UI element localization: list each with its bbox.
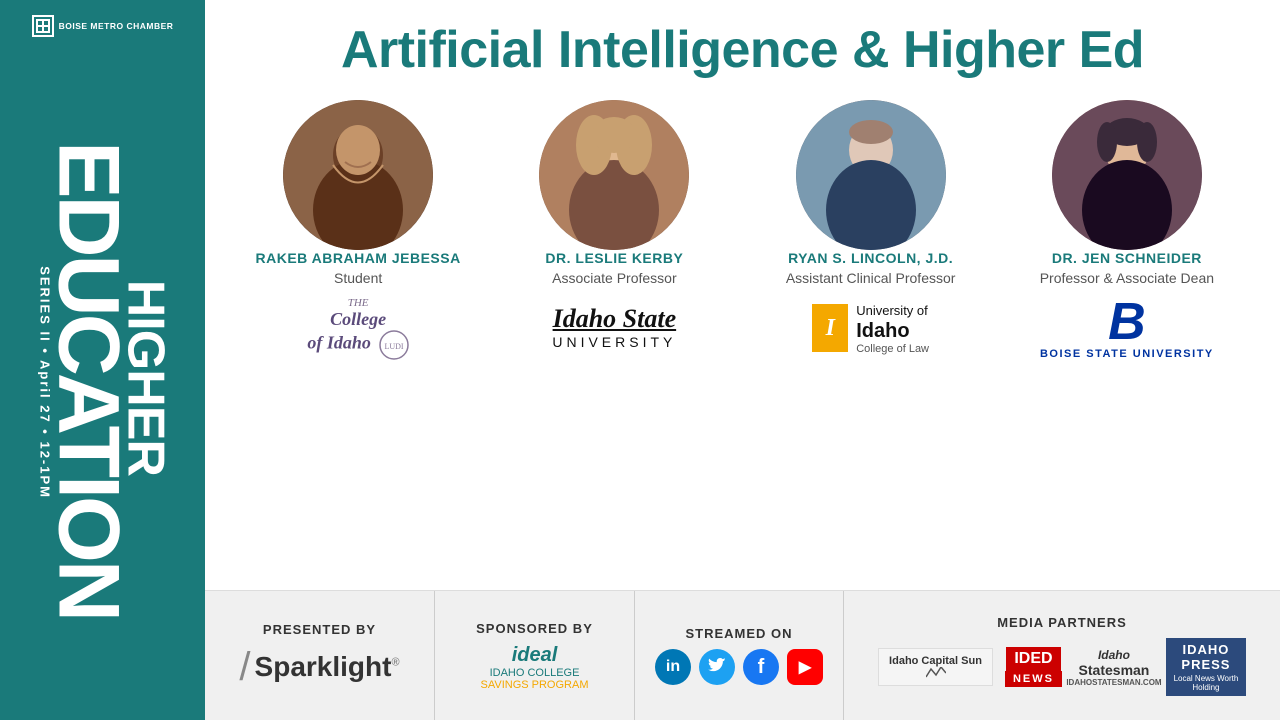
- event-title: Artificial Intelligence & Higher Ed: [235, 20, 1250, 80]
- ideal-text: ideal: [512, 644, 558, 666]
- speaker-card-leslie: DR. LESLIE KERBY Associate Professor Ida…: [491, 100, 737, 358]
- series-label-text: HIGHER: [123, 280, 167, 476]
- org-the: THE: [307, 297, 409, 309]
- sidebar: BOISE METRO CHAMBER SERIES II • April 27…: [0, 0, 205, 720]
- sparklight-slash-icon: /: [239, 645, 250, 690]
- youtube-label: ▶: [799, 657, 811, 677]
- u-idaho-i-icon: I: [812, 304, 848, 352]
- capital-sun-text: Idaho Capital Sun: [889, 655, 982, 667]
- org-university-text: UNIVERSITY: [552, 334, 676, 350]
- streamed-on-section: STREAMED ON in f ▶: [635, 591, 844, 720]
- statesman-idaho-text: Idaho: [1098, 648, 1130, 662]
- speaker-org-leslie: Idaho State UNIVERSITY: [552, 298, 676, 358]
- bsu-text: BOISE STATE UNIVERSITY: [1040, 348, 1214, 360]
- linkedin-icon[interactable]: in: [655, 649, 691, 685]
- avatar-leslie: [539, 100, 689, 250]
- twitter-icon[interactable]: [699, 649, 735, 685]
- speaker-card-rakeb: RAKEB ABRAHAM JEBESSA Student THE Colleg…: [235, 100, 481, 358]
- sidebar-content: SERIES II • April 27 • 12-1PM EDUCATION …: [0, 0, 205, 720]
- org-name: BOISE METRO CHAMBER: [59, 21, 174, 31]
- sparklight-name-text: Sparklight®: [255, 651, 400, 683]
- main-content: Artificial Intelligence & Higher Ed: [205, 0, 1280, 720]
- sidebar-header: BOISE METRO CHAMBER: [0, 15, 205, 37]
- youtube-icon[interactable]: ▶: [787, 649, 823, 685]
- ded-text: IDED: [1006, 647, 1060, 671]
- speaker-card-jen: DR. JEN SCHNEIDER Professor & Associate …: [1004, 100, 1250, 358]
- facebook-label: f: [758, 656, 765, 679]
- u-idaho-text: University of Idaho College of Law: [856, 302, 929, 355]
- speaker-name-jen: DR. JEN SCHNEIDER: [1052, 250, 1202, 266]
- media-partners-logos: Idaho Capital Sun IDED NEWS Idaho States…: [878, 638, 1246, 696]
- statesman-text: Statesman: [1079, 662, 1150, 678]
- idaho-capital-sun-logo: Idaho Capital Sun: [878, 648, 993, 686]
- ideal-logo: ideal IDAHO COLLEGE SAVINGS PROGRAM: [481, 644, 589, 691]
- idaho-press-text: IDAHO PRESS Local News Worth Holding: [1166, 638, 1246, 696]
- ded-news-logo: IDED NEWS: [1005, 647, 1062, 687]
- avatar-jen: [1052, 100, 1202, 250]
- speakers-grid: RAKEB ABRAHAM JEBESSA Student THE Colleg…: [235, 100, 1250, 580]
- idaho-text: Idaho: [856, 320, 929, 343]
- speaker-role-ryan: Assistant Clinical Professor: [786, 270, 956, 286]
- speaker-card-ryan: RYAN S. LINCOLN, J.D. Assistant Clinical…: [748, 100, 994, 358]
- org-college: College: [307, 309, 409, 330]
- linkedin-label: in: [666, 658, 680, 676]
- org-of-idaho: of Idaho: [307, 332, 371, 352]
- idaho-statesman-logo: Idaho Statesman IDAHOSTATESMAN.COM: [1074, 648, 1154, 687]
- speaker-role-rakeb: Student: [334, 270, 382, 286]
- savings-program-text: SAVINGS PROGRAM: [481, 679, 589, 691]
- speaker-name-ryan: RYAN S. LINCOLN, J.D.: [788, 250, 953, 266]
- avatar-rakeb: [283, 100, 433, 250]
- speaker-name-rakeb: RAKEB ABRAHAM JEBESSA: [256, 250, 461, 266]
- sparklight-logo: / Sparklight®: [239, 645, 399, 690]
- bsu-b-icon: B: [1108, 293, 1146, 351]
- media-partners-label: MEDIA PARTNERS: [997, 615, 1127, 630]
- speaker-org-rakeb: THE College of Idaho LUDI: [307, 298, 409, 358]
- speaker-org-ryan: I University of Idaho College of Law: [812, 298, 929, 358]
- footer: PRESENTED BY / Sparklight® SPONSORED BY …: [205, 590, 1280, 720]
- chamber-box-icon: [32, 15, 54, 37]
- speaker-role-leslie: Associate Professor: [552, 270, 677, 286]
- series-word-text: EDUCATION: [53, 141, 124, 619]
- statesman-url-text: IDAHOSTATESMAN.COM: [1066, 678, 1161, 687]
- sponsored-by-label: SPONSORED BY: [476, 621, 593, 636]
- college-of-law-text: College of Law: [856, 343, 929, 355]
- university-of-text: University of: [856, 303, 928, 318]
- facebook-icon[interactable]: f: [743, 649, 779, 685]
- sponsored-by-section: SPONSORED BY ideal IDAHO COLLEGE SAVINGS…: [435, 591, 635, 720]
- media-partners-section: MEDIA PARTNERS Idaho Capital Sun IDED NE…: [844, 591, 1280, 720]
- news-text: NEWS: [1005, 671, 1062, 687]
- idaho-college-text: IDAHO COLLEGE: [481, 667, 589, 679]
- avatar-ryan: [796, 100, 946, 250]
- presented-by-label: PRESENTED BY: [263, 622, 376, 637]
- speaker-name-leslie: DR. LESLIE KERBY: [545, 250, 683, 266]
- idaho-press-logo: IDAHO PRESS Local News Worth Holding: [1166, 638, 1246, 696]
- top-section: Artificial Intelligence & Higher Ed: [205, 0, 1280, 590]
- org-idaho-state-text: Idaho State: [552, 304, 676, 334]
- social-icons-group: in f ▶: [655, 649, 823, 685]
- presented-by-section: PRESENTED BY / Sparklight®: [205, 591, 435, 720]
- speaker-role-jen: Professor & Associate Dean: [1040, 270, 1214, 286]
- speaker-org-jen: B BOISE STATE UNIVERSITY: [1040, 298, 1214, 358]
- streamed-on-label: STREAMED ON: [685, 626, 792, 641]
- svg-text:LUDI: LUDI: [384, 342, 403, 351]
